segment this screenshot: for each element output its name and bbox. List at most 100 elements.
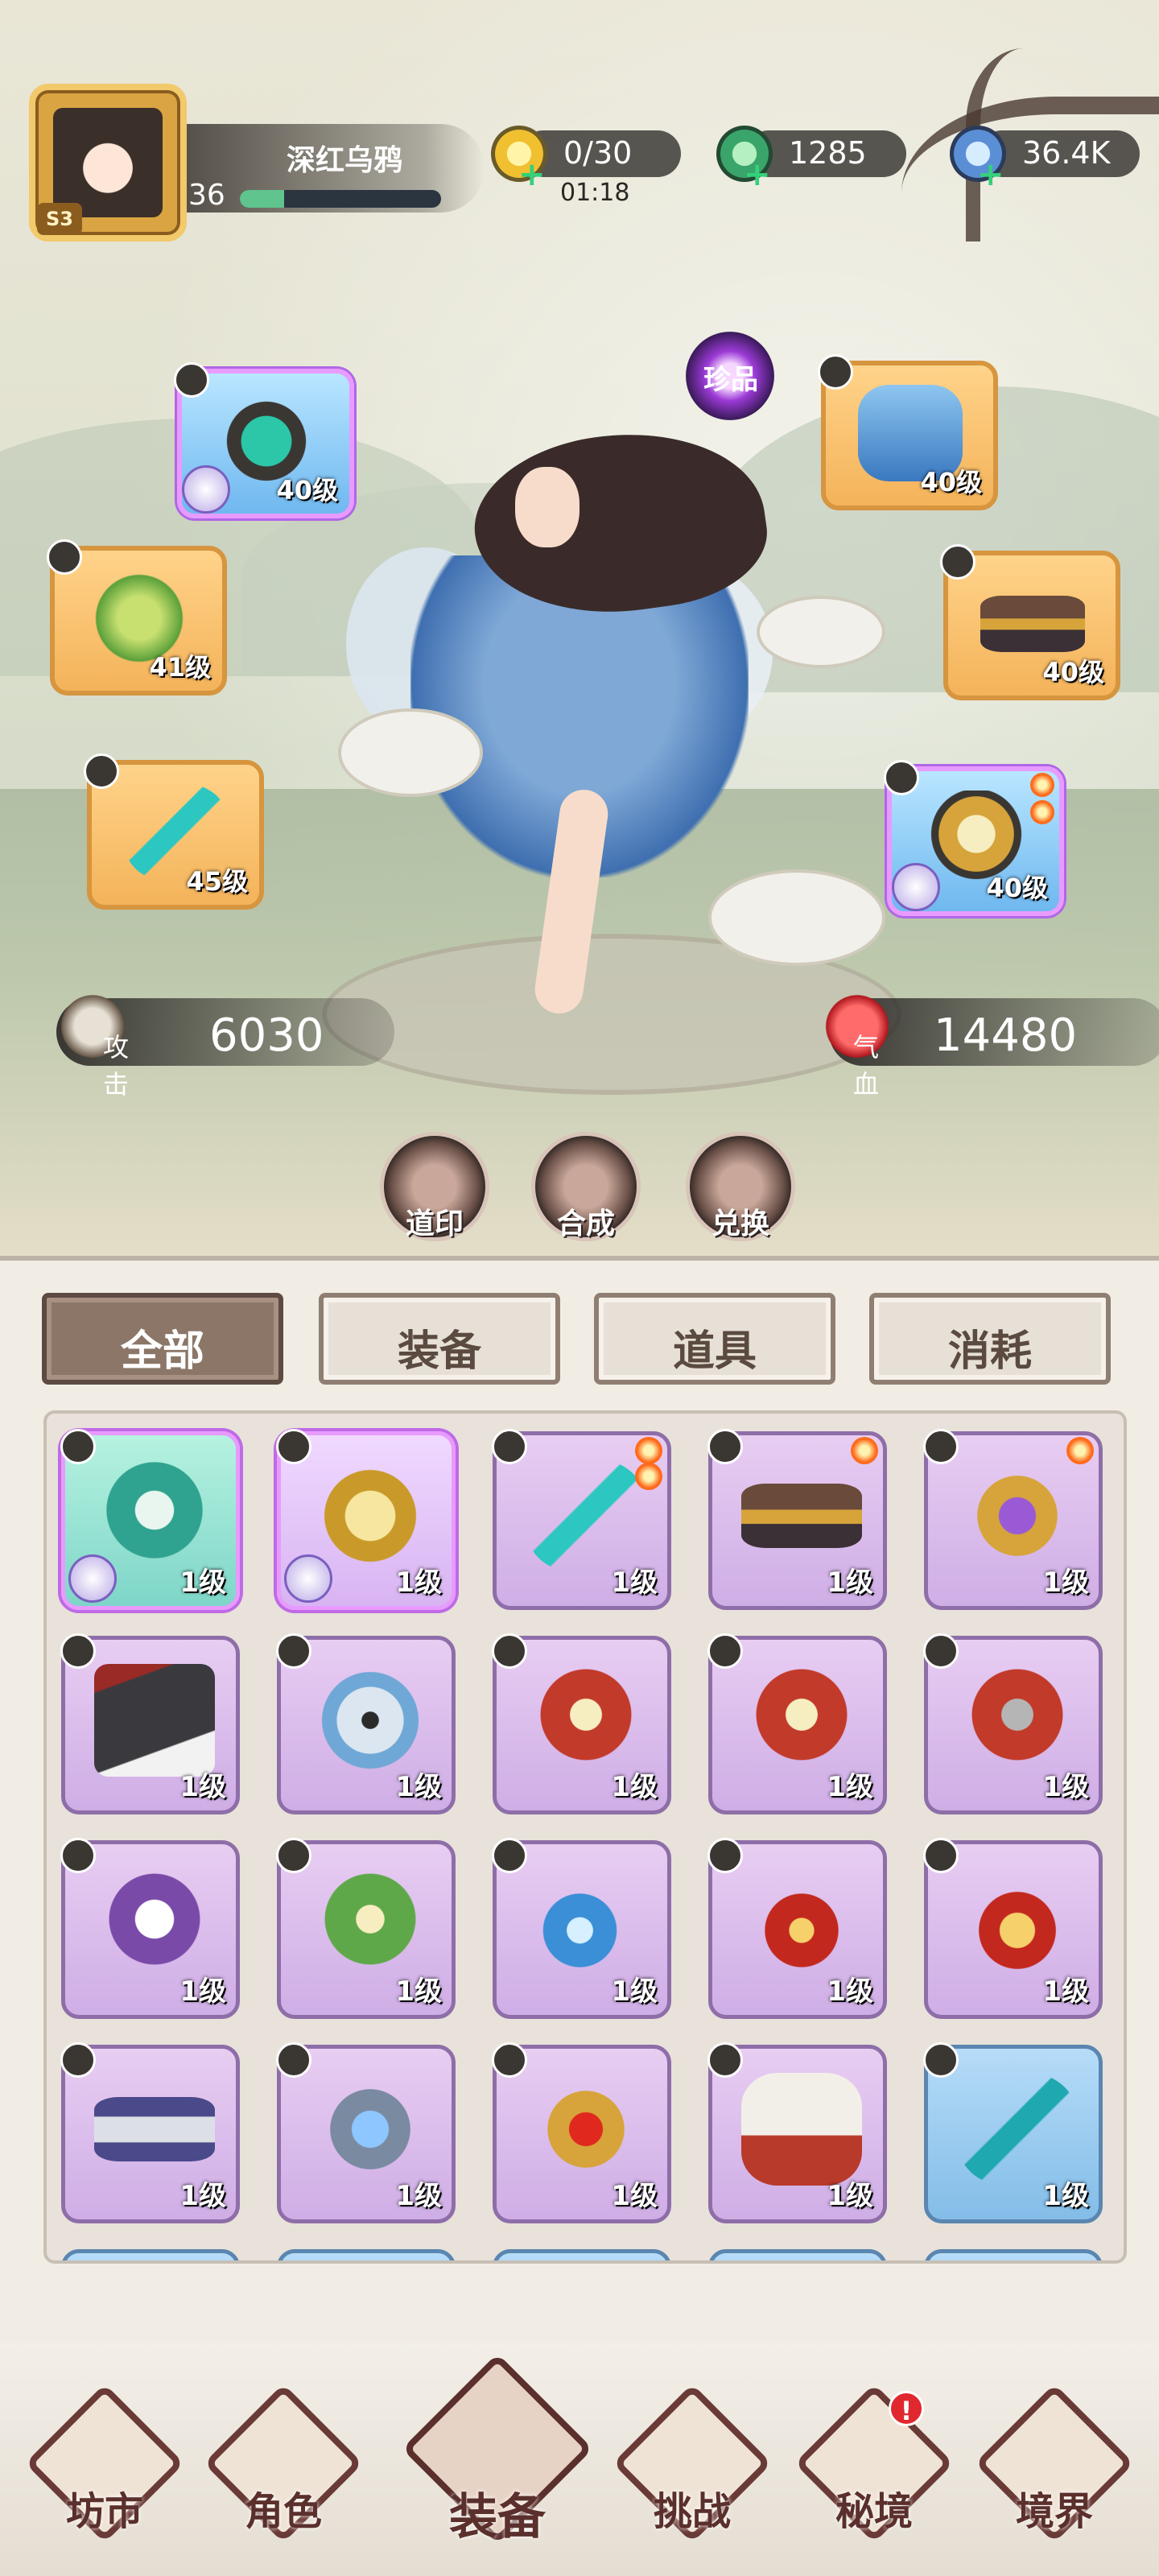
tab-items[interactable]: 道具 [594, 1293, 835, 1385]
hero-scene: S3 深红乌鸦 36 + 0/30 01:18 + 1285 + 36.4K 珍… [0, 0, 1159, 1256]
slot-type-icon [884, 760, 919, 795]
ring-icon [957, 1459, 1078, 1572]
inventory-item-gold-pendant[interactable]: 1级 [923, 1838, 1103, 2019]
flame-icon [1066, 1437, 1094, 1464]
inventory-item-ruby-ring[interactable]: 1级 [492, 2042, 671, 2223]
plus-icon[interactable]: + [977, 156, 1004, 193]
flame-icon [1030, 800, 1054, 824]
player-level: 36 [188, 179, 225, 212]
cloud [757, 596, 885, 668]
tab-all[interactable]: 全部 [42, 1293, 283, 1385]
cleaver-icon [94, 1664, 215, 1777]
sword-icon [526, 1459, 646, 1572]
slot-level: 45级 [186, 866, 248, 897]
item-level: 1级 [611, 1567, 658, 1599]
inventory-item-red-pendant[interactable]: 1级 [707, 1838, 887, 2019]
slot-type-icon [60, 2042, 96, 2078]
equip-slot-belt[interactable]: 40级 [940, 544, 1120, 700]
slot-type-icon [940, 544, 975, 580]
equip-slot-ring[interactable]: 40级 [174, 362, 354, 518]
inventory-item-gold-ring[interactable]: 1级 [276, 1429, 456, 1610]
craft-button[interactable]: 合成 [531, 1132, 641, 1241]
nav-realm[interactable]: 境界 [974, 2383, 1135, 2544]
slot-level: 40级 [920, 467, 982, 497]
sword-icon [957, 2073, 1078, 2186]
item-level: 1级 [827, 1975, 873, 2008]
attack-value: 6030 [209, 1009, 324, 1062]
slot-type-icon [707, 1429, 743, 1464]
inventory-item-cleaver[interactable]: 1级 [60, 1633, 240, 1814]
exp-bar [240, 190, 441, 208]
seal-icon [892, 863, 940, 911]
pendant-icon [741, 1868, 862, 1981]
slot-type-icon [60, 1429, 96, 1464]
inventory-item-blue-pendant[interactable]: 1级 [492, 1838, 671, 2019]
nav-challenge[interactable]: 挑战 [612, 2383, 773, 2544]
slot-type-icon [492, 1838, 527, 1873]
tab-consumables[interactable]: 消耗 [869, 1293, 1111, 1385]
belt-icon [94, 2097, 215, 2161]
flame-icon [635, 1437, 662, 1464]
attack-label: 攻击 [103, 1032, 130, 1100]
inventory-item-jade-sword[interactable]: 1级 [492, 1429, 671, 1610]
exchange-button[interactable]: 兑换 [686, 1132, 795, 1241]
item-level: 1级 [611, 1771, 658, 1803]
inventory-grid[interactable]: 1级 1级 1级 1级 1级 1级 1级 1级 1级 1级 1级 1级 1级 1… [43, 1410, 1127, 2264]
inventory-item-red-robe-2[interactable]: 1级 [707, 1633, 887, 1814]
equip-slot-weapon[interactable]: 45级 [84, 753, 264, 910]
inventory-item-taiji-robe[interactable]: 1级 [276, 1633, 456, 1814]
belt-icon [741, 1484, 862, 1548]
nav-equipment[interactable]: 装备 [401, 2349, 594, 2550]
inventory-item-partial[interactable] [924, 2249, 1103, 2260]
jade-value: 1285 [789, 135, 867, 171]
inventory-item-taiji-belt[interactable]: 1级 [60, 2042, 240, 2223]
treasure-label[interactable]: 珍品 [699, 357, 763, 397]
slot-type-icon [923, 1633, 959, 1669]
hp-value: 14480 [934, 1009, 1078, 1062]
slot-level: 41级 [149, 652, 211, 683]
hp-label: 气血 [853, 1032, 880, 1100]
inventory-item-partial[interactable] [708, 2249, 887, 2260]
inventory-item-sapphire-ring[interactable]: 1级 [276, 2042, 456, 2223]
nav-market[interactable]: 坊市 [24, 2383, 185, 2544]
inventory-item-jade-armor[interactable]: 1级 [60, 1429, 240, 1610]
equip-slot-gourd[interactable]: 41级 [47, 539, 227, 696]
nav-secret-realm[interactable]: ! 秘境 [794, 2383, 955, 2544]
slot-type-icon [60, 1838, 96, 1873]
seal-button-label: 道印 [405, 1208, 464, 1241]
robe-icon [94, 1868, 215, 1981]
robe-icon [310, 1664, 431, 1777]
item-level: 1级 [1042, 2180, 1089, 2212]
inventory-item-green-robe[interactable]: 1级 [276, 1838, 456, 2019]
armor-icon [94, 1459, 215, 1572]
slot-type-icon [923, 2042, 959, 2078]
item-level: 1级 [1042, 1567, 1089, 1599]
inventory-item-amethyst-ring[interactable]: 1级 [923, 1429, 1103, 1610]
ring-icon [526, 2073, 646, 2186]
item-level: 1级 [179, 1975, 226, 2008]
equip-slot-armor[interactable]: 40级 [884, 760, 1064, 916]
tab-equipment[interactable]: 装备 [319, 1293, 560, 1385]
inventory-item-partial[interactable] [493, 2249, 671, 2260]
inventory-item-partial[interactable] [61, 2249, 240, 2260]
energy-value: 0/30 [563, 135, 633, 171]
tab-label: 消耗 [947, 1327, 1032, 1376]
item-level: 1级 [179, 1771, 226, 1803]
slot-level: 40级 [1042, 657, 1104, 687]
equip-slot-boots[interactable]: 40级 [818, 354, 998, 510]
inventory-item-ornate-belt[interactable]: 1级 [707, 1429, 887, 1610]
slot-type-icon [276, 1838, 311, 1873]
inventory-item-red-armor[interactable]: 1级 [923, 1633, 1103, 1814]
inventory-item-blue-sword[interactable]: 1级 [923, 2042, 1103, 2223]
inventory-item-red-boots[interactable]: 1级 [707, 2042, 887, 2223]
nav-character[interactable]: 角色 [203, 2383, 364, 2544]
inventory-item-fur-robe[interactable]: 1级 [60, 1838, 240, 2019]
inventory-item-partial[interactable] [277, 2249, 456, 2260]
inventory-item-red-robe[interactable]: 1级 [492, 1633, 671, 1814]
seal-button[interactable]: 道印 [380, 1132, 489, 1241]
plus-icon[interactable]: + [518, 156, 546, 193]
plus-icon[interactable]: + [744, 156, 771, 193]
player-card[interactable]: S3 深红乌鸦 36 [29, 84, 485, 245]
item-level: 1级 [611, 2180, 658, 2212]
tab-label: 全部 [120, 1327, 204, 1376]
